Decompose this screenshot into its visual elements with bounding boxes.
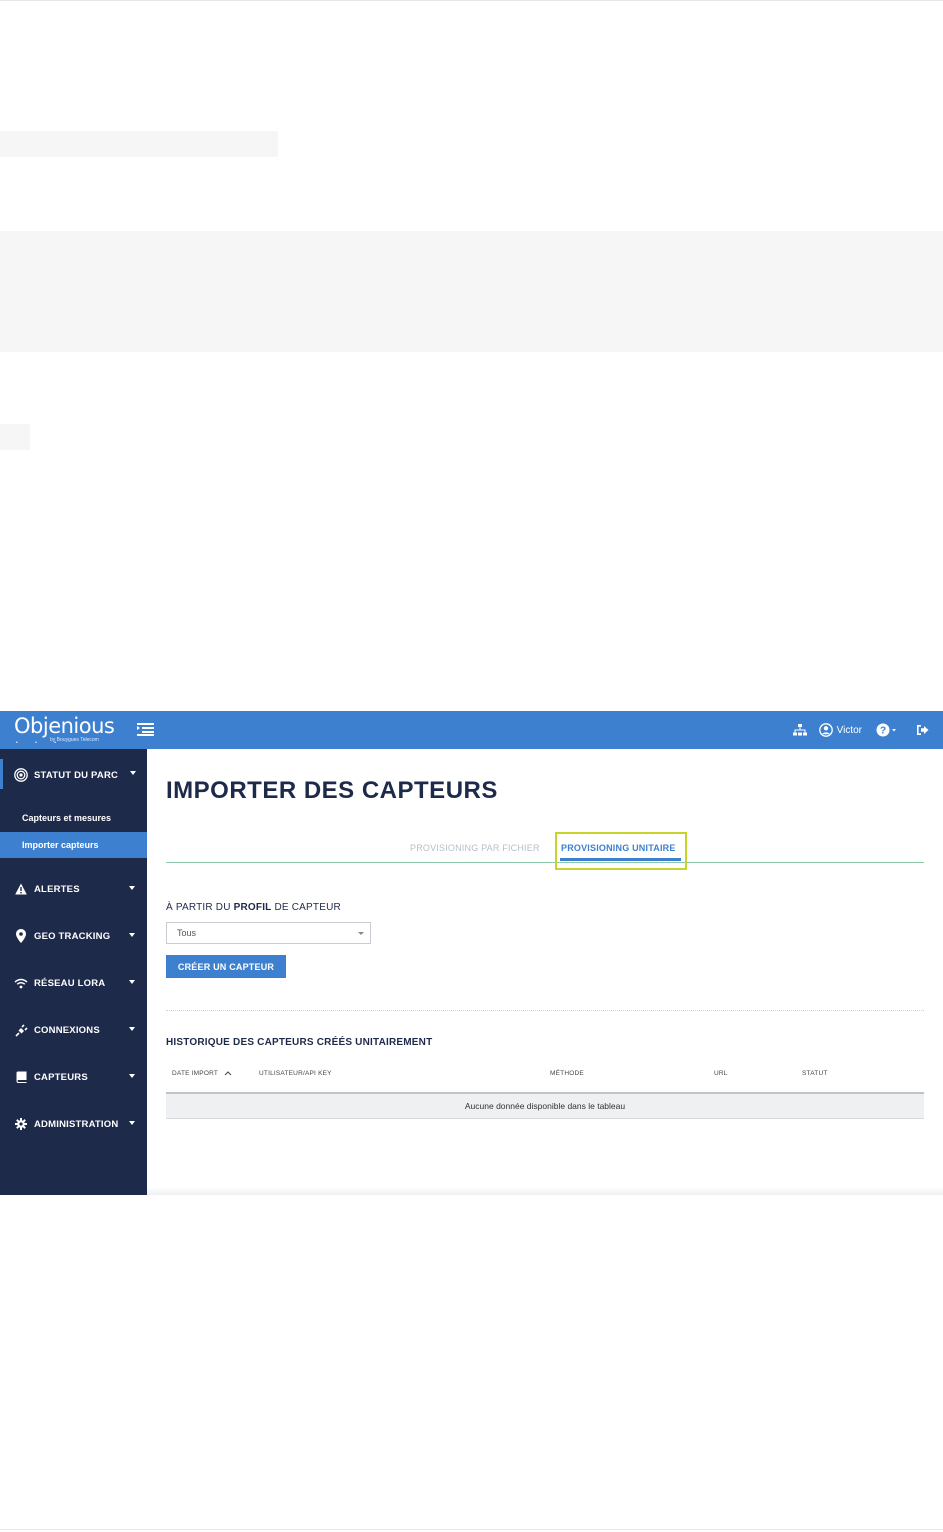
logout-icon[interactable] xyxy=(916,724,929,736)
user-name[interactable]: Victor xyxy=(837,725,862,736)
sidebar-item-label: ALERTES xyxy=(34,883,80,895)
create-sensor-button[interactable]: CRÉER UN CAPTEUR xyxy=(166,955,286,978)
profile-select[interactable]: Tous xyxy=(166,922,371,944)
profile-label: À PARTIR DU PROFIL DE CAPTEUR xyxy=(166,902,341,913)
location-pin-icon xyxy=(14,929,28,943)
chevron-down-icon xyxy=(358,932,364,935)
placeholder-block xyxy=(0,131,278,157)
logo-wordmark: Objenious xyxy=(14,714,115,738)
tabs-divider xyxy=(166,862,924,863)
column-header-date-import[interactable]: DATE IMPORT xyxy=(172,1070,232,1077)
column-header-label: DATE IMPORT xyxy=(172,1070,218,1077)
profile-label-suffix: DE CAPTEUR xyxy=(271,902,341,913)
bottom-divider xyxy=(0,1529,943,1530)
sitemap-icon[interactable] xyxy=(792,724,807,736)
logo-tagline: by Bouygues Telecom xyxy=(50,737,99,743)
book-icon xyxy=(14,1070,28,1084)
bottom-fade xyxy=(147,1187,943,1195)
page-title: IMPORTER DES CAPTEURS xyxy=(166,777,498,804)
svg-text:?: ? xyxy=(880,726,886,737)
sidebar-subitem-label: Importer capteurs xyxy=(22,840,99,850)
sidebar-subitem-label: Capteurs et mesures xyxy=(22,813,112,823)
profile-select-value: Tous xyxy=(177,928,197,938)
sidebar-item-label: ADMINISTRATION xyxy=(34,1118,119,1130)
table-empty-row: Aucune donnée disponible dans le tableau xyxy=(166,1094,924,1119)
top-divider xyxy=(0,0,943,1)
column-header-utilisateur[interactable]: UTILISATEUR/API KEY xyxy=(259,1070,332,1077)
column-header-methode[interactable]: MÉTHODE xyxy=(550,1070,584,1077)
placeholder-block xyxy=(0,231,943,352)
main-content: IMPORTER DES CAPTEURS PROVISIONING PAR F… xyxy=(147,749,943,1195)
highlight-box xyxy=(555,832,687,870)
target-icon xyxy=(14,768,28,782)
help-icon[interactable]: ? xyxy=(876,723,898,737)
section-divider xyxy=(166,1010,924,1011)
chevron-down-icon xyxy=(129,933,135,937)
sidebar-subitem-importer-capteurs[interactable]: Importer capteurs xyxy=(0,832,147,858)
history-title: HISTORIQUE DES CAPTEURS CRÉÉS UNITAIREME… xyxy=(166,1037,433,1048)
sidebar-item-alertes[interactable]: ALERTES xyxy=(0,869,147,909)
app-screenshot: Objenious • • • by Bouygues Telecom Vict… xyxy=(0,711,943,1195)
sort-asc-icon xyxy=(224,1071,232,1076)
sidebar-item-administration[interactable]: ADMINISTRATION xyxy=(0,1104,147,1144)
tab-provisioning-par-fichier[interactable]: PROVISIONING PAR FICHIER xyxy=(410,843,540,853)
sidebar-subitem-capteurs-et-mesures[interactable]: Capteurs et mesures xyxy=(0,805,147,831)
chevron-down-icon xyxy=(129,1027,135,1031)
chevron-down-icon xyxy=(129,1074,135,1078)
sidebar-item-label: CONNEXIONS xyxy=(34,1024,100,1036)
plug-icon xyxy=(14,1023,28,1037)
column-header-statut[interactable]: STATUT xyxy=(802,1070,828,1077)
sidebar-item-label: CAPTEURS xyxy=(34,1071,88,1083)
sidebar-item-label: GEO TRACKING xyxy=(34,930,111,942)
sidebar-item-statut-du-parc[interactable]: STATUT DU PARC xyxy=(0,755,147,795)
sidebar-item-geo-tracking[interactable]: GEO TRACKING xyxy=(0,916,147,956)
top-bar-actions: Victor ? xyxy=(792,711,929,749)
sidebar-item-connexions[interactable]: CONNEXIONS xyxy=(0,1010,147,1050)
menu-toggle-icon[interactable] xyxy=(137,722,154,736)
sidebar-item-reseau-lora[interactable]: RÉSEAU LORA xyxy=(0,963,147,1003)
chevron-down-icon xyxy=(129,980,135,984)
brand-logo[interactable]: Objenious • • • by Bouygues Telecom xyxy=(14,714,115,746)
placeholder-block xyxy=(0,424,30,450)
gear-icon xyxy=(14,1117,28,1131)
profile-label-bold: PROFIL xyxy=(233,902,272,913)
chevron-down-icon xyxy=(129,886,135,890)
sidebar-item-label: STATUT DU PARC xyxy=(34,769,119,781)
sidebar: STATUT DU PARC Capteurs et mesures Impor… xyxy=(0,749,147,1195)
wifi-icon xyxy=(14,976,28,990)
column-header-url[interactable]: URL xyxy=(714,1070,728,1077)
warning-icon xyxy=(14,882,28,896)
sidebar-item-label: RÉSEAU LORA xyxy=(34,977,106,989)
user-avatar-icon[interactable] xyxy=(818,723,833,737)
profile-label-prefix: À PARTIR DU xyxy=(166,902,234,913)
chevron-down-icon xyxy=(129,1121,135,1125)
top-bar: Objenious • • • by Bouygues Telecom Vict… xyxy=(0,711,943,749)
chevron-down-icon xyxy=(130,771,136,775)
sidebar-item-capteurs[interactable]: CAPTEURS xyxy=(0,1057,147,1097)
